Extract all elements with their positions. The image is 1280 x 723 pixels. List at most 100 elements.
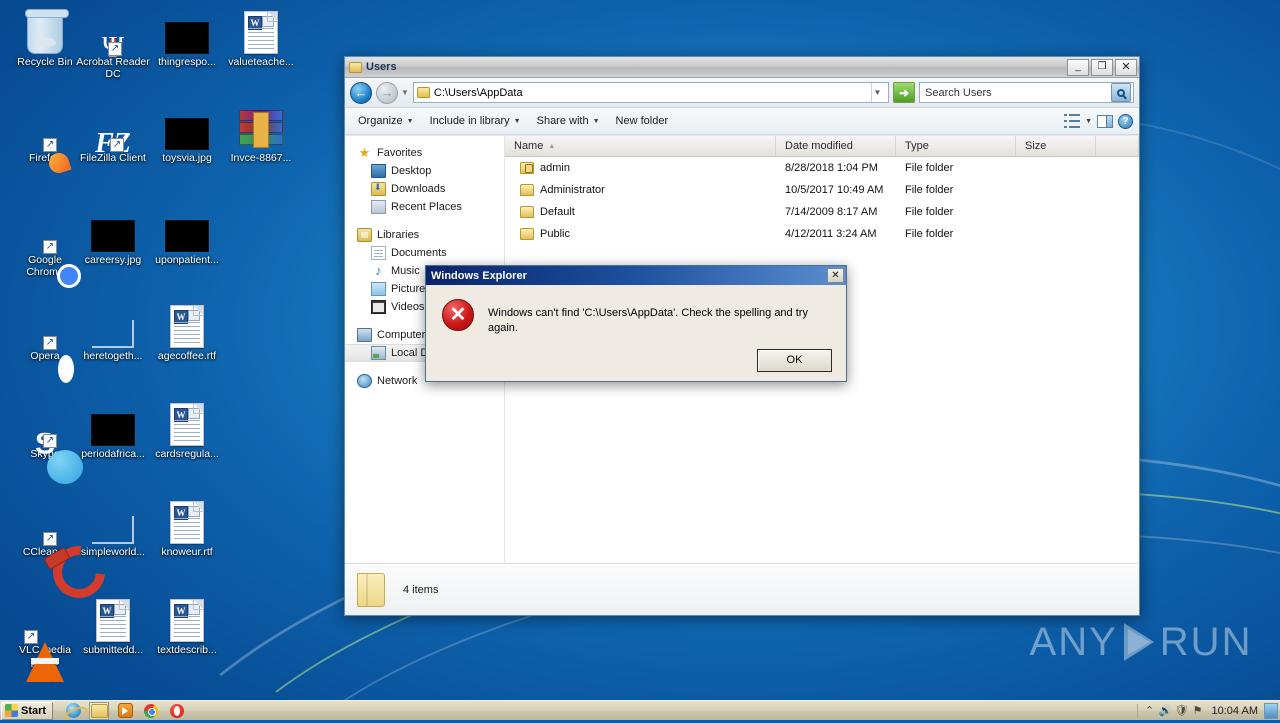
desktop-icon[interactable]: Wknoweur.rtf [150, 498, 224, 558]
desktop-icon[interactable]: simpleworld... [76, 498, 150, 558]
desktop-icon[interactable]: Wsubmittedd... [76, 596, 150, 656]
column-header-type[interactable]: Type [896, 136, 1016, 156]
nav-item-downloads[interactable]: Downloads [345, 180, 504, 198]
taskbar-internet-explorer-icon[interactable] [63, 702, 83, 720]
desktop-icon[interactable]: S↗Skype [8, 400, 82, 461]
command-share-with[interactable]: Share with ▼ [530, 113, 607, 129]
desktop-icon[interactable]: ↗ Opera [8, 302, 82, 362]
search-icon[interactable] [1111, 83, 1131, 102]
minimize-button[interactable]: _ [1067, 58, 1089, 76]
desktop-icon[interactable]: thingrespo... [150, 8, 224, 68]
column-header-size[interactable]: Size [1016, 136, 1096, 156]
desktop-icon[interactable]: Invce-8867... [224, 104, 298, 164]
nav-item-desktop[interactable]: Desktop [345, 162, 504, 180]
ok-button[interactable]: OK [757, 348, 832, 372]
maximize-button[interactable]: ❐ [1091, 58, 1113, 76]
show-hidden-icons-icon[interactable]: ⌃ [1142, 703, 1158, 719]
nav-item-recent-places[interactable]: Recent Places [345, 198, 504, 216]
chevron-down-icon[interactable]: ▼ [1085, 118, 1092, 125]
system-tray[interactable]: ⌃ 🔊 🛡 ⚑ 10:04 AM [1133, 701, 1280, 721]
cell-date-modified: 7/14/2009 8:17 AM [785, 206, 878, 218]
folder-icon [357, 572, 385, 607]
back-button[interactable]: ← [350, 81, 372, 104]
word-document-icon: W [150, 400, 224, 446]
command-label: Share with [536, 115, 589, 127]
desktop-icon[interactable]: ↗ VLC media player [8, 596, 82, 682]
cell-type: File folder [905, 162, 954, 174]
error-dialog[interactable]: Windows Explorer ✕ ✕ Windows can't find … [425, 265, 847, 382]
folder-icon [520, 206, 534, 218]
command-include-in-library[interactable]: Include in library ▼ [423, 113, 528, 129]
taskbar-windows-explorer-icon[interactable] [89, 701, 110, 720]
file-name: Default [540, 206, 575, 218]
desktop-icon-label: Firefox [28, 152, 62, 164]
desktop-icon[interactable]: FZ↗FileZilla Client [76, 104, 150, 164]
recent-pages-chevron-icon[interactable]: ▼ [401, 88, 409, 97]
column-label: Name [514, 140, 544, 152]
table-row[interactable]: admin 8/28/2018 1:04 PM File folder [505, 157, 1139, 179]
preview-pane-icon[interactable] [1097, 114, 1113, 128]
desktop-icon-label: uponpatient... [155, 254, 219, 266]
action-center-icon[interactable]: 🛡 [1174, 703, 1190, 719]
nav-item-favorites[interactable]: ★ Favorites [345, 144, 504, 162]
command-new-folder[interactable]: New folder [609, 113, 676, 129]
desktop-icon[interactable]: toysvia.jpg [150, 104, 224, 164]
computer-icon [357, 328, 372, 342]
nav-item-label: Documents [391, 247, 447, 259]
desktop-icon[interactable]: ↗ CCleaner [8, 498, 82, 558]
taskbar[interactable]: Start ⌃ 🔊 🛡 ⚑ 10:04 AM [0, 700, 1280, 720]
column-header-name[interactable]: Name ▲ [505, 136, 776, 156]
desktop-icon[interactable]: Ψ↗Acrobat Reader DC [76, 8, 150, 80]
taskbar-opera-icon[interactable] [167, 702, 187, 720]
dialog-close-button[interactable]: ✕ [827, 268, 844, 283]
videos-icon [371, 300, 386, 314]
word-document-icon: W [150, 596, 224, 642]
folder-icon [520, 184, 534, 196]
quick-launch-bar[interactable] [63, 701, 187, 720]
cell-date-modified: 10/5/2017 10:49 AM [785, 184, 884, 196]
network-icon[interactable]: ⚑ [1190, 703, 1206, 719]
command-bar[interactable]: Organize ▼ Include in library ▼ Share wi… [345, 108, 1139, 135]
clock[interactable]: 10:04 AM [1206, 705, 1264, 717]
desktop-icon[interactable]: uponpatient... [150, 206, 224, 266]
desktop-icon[interactable]: careersy.jpg [76, 206, 150, 266]
address-dropdown-chevron-icon[interactable]: ▼ [871, 83, 885, 102]
desktop-icon[interactable]: Wcardsregula... [150, 400, 224, 460]
desktop-icon[interactable]: ↗ Firefox [8, 104, 82, 164]
go-button[interactable]: ➜ [893, 82, 915, 103]
desktop-icon[interactable]: Wagecoffee.rtf [150, 302, 224, 362]
table-row[interactable]: Public 4/12/2011 3:24 AM File folder [505, 223, 1139, 245]
taskbar-windows-media-player-icon[interactable] [115, 702, 135, 720]
forward-button[interactable]: → [376, 81, 398, 104]
search-placeholder-text: Search Users [925, 86, 992, 99]
explorer-title-bar[interactable]: Users _ ❐ ✕ [345, 57, 1139, 78]
dialog-title-bar[interactable]: Windows Explorer ✕ [426, 266, 846, 285]
help-icon[interactable]: ? [1118, 113, 1133, 129]
volume-icon[interactable]: 🔊 [1158, 703, 1174, 719]
search-input[interactable]: Search Users [919, 82, 1134, 103]
close-button[interactable]: ✕ [1115, 58, 1137, 76]
address-bar[interactable]: ← → ▼ C:\Users\AppData ▼ ➜ Search Users [345, 78, 1139, 108]
desktop-icon[interactable]: Recycle Bin [8, 8, 82, 68]
desktop-icon [371, 164, 386, 178]
nav-item-documents[interactable]: Documents [345, 244, 504, 262]
desktop-icon[interactable]: periodafrica... [76, 400, 150, 460]
table-row[interactable]: Administrator 10/5/2017 10:49 AM File fold… [505, 179, 1139, 201]
table-row[interactable]: Default 7/14/2009 8:17 AM File folder [505, 201, 1139, 223]
address-input[interactable]: C:\Users\AppData ▼ [412, 82, 889, 103]
command-organize[interactable]: Organize ▼ [351, 113, 421, 129]
column-header-row[interactable]: Name ▲ Date modified Type Size [505, 136, 1139, 157]
desktop-icon[interactable]: ↗ Google Chrome [8, 206, 82, 278]
cell-name: Default [505, 206, 776, 218]
taskbar-chrome-icon[interactable] [141, 702, 161, 720]
desktop-icon[interactable]: Wtextdescrib... [150, 596, 224, 656]
desktop-icon[interactable]: Wvalueteache... [224, 8, 298, 68]
start-button[interactable]: Start [1, 701, 54, 720]
show-desktop-button[interactable] [1264, 702, 1278, 719]
column-header-date-modified[interactable]: Date modified [776, 136, 896, 156]
nav-item-libraries[interactable]: Libraries [345, 226, 504, 244]
change-view-icon[interactable] [1064, 114, 1081, 128]
file-name: admin [540, 162, 570, 174]
desktop-icon[interactable]: heretogeth... [76, 302, 150, 362]
nav-item-label: Downloads [391, 183, 446, 195]
